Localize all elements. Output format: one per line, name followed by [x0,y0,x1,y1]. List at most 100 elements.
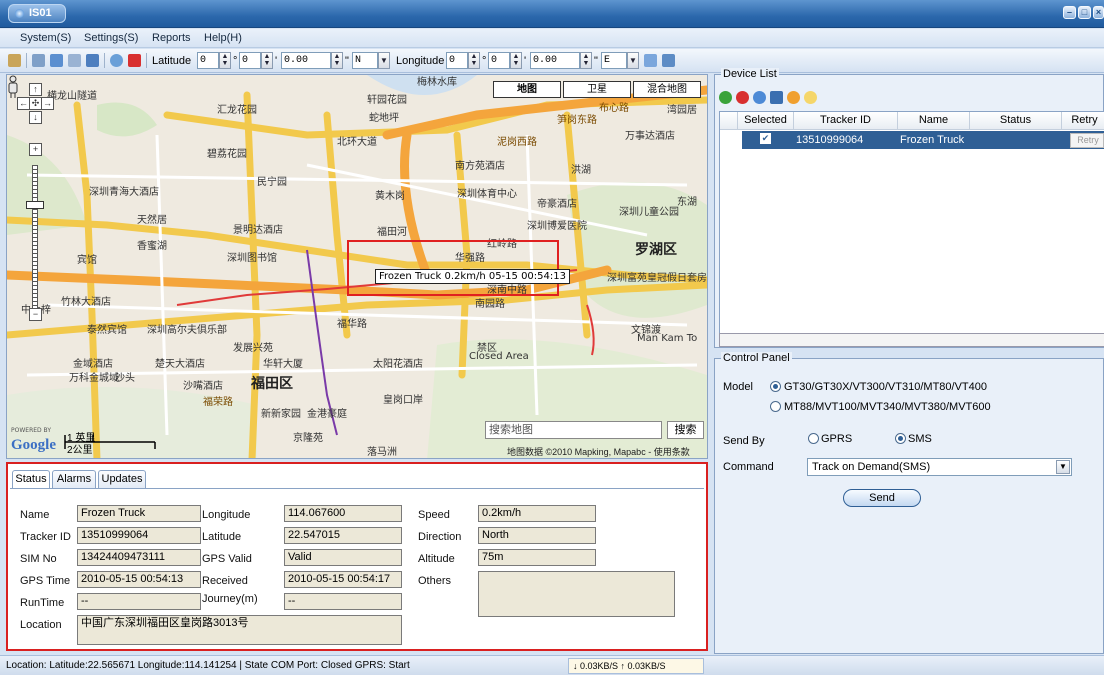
lon-minute-spinner[interactable]: ▲ ▼ [510,52,522,69]
pan-right-button[interactable]: → [41,97,54,110]
sim-value: 13424409473111 [77,549,201,566]
column-selected[interactable]: Selected [738,112,794,130]
row-status [970,132,1062,149]
lon-second-input[interactable]: 0.00 [530,52,580,69]
lat-minute-spinner[interactable]: ▲ ▼ [261,52,273,69]
tab-updates[interactable]: Updates [98,470,146,488]
chevron-down-icon[interactable]: ▼ [627,52,639,69]
google-logo[interactable]: Google [11,437,56,454]
check-icon[interactable] [719,91,732,104]
person-marker-icon[interactable] [7,75,19,99]
pan-down-button[interactable]: ↓ [29,111,42,124]
lat-direction-select[interactable]: N [352,52,378,69]
chevron-down-icon[interactable]: ▼ [1056,460,1070,474]
map-label: Closed Area [469,351,529,362]
map-label: 深圳博爱医院 [527,221,587,232]
tab-status[interactable]: Status [12,470,50,489]
model-b-radio[interactable] [770,401,781,412]
map-type-map[interactable]: 地图 [493,81,561,98]
alarm-icon[interactable] [128,54,141,67]
longitude-label: Longitude [202,509,251,521]
globe-icon[interactable] [110,54,123,67]
lat-second-input[interactable]: 0.00 [281,52,331,69]
zoom-in-button[interactable]: + [29,143,42,156]
send-button[interactable]: Send [843,489,921,507]
vehicle-tooltip: Frozen Truck 0.2km/h 05-15 00:54:13 [375,269,570,284]
zoom-slider-thumb[interactable] [26,201,44,209]
map-search-input[interactable]: 搜索地图 [485,421,662,439]
lat-minute-input[interactable]: 0 [239,52,261,69]
model-label: Model [723,381,753,393]
command-select[interactable]: Track on Demand(SMS) ▼ [807,458,1072,476]
model-a-label[interactable]: GT30/GT30X/VT300/VT310/MT80/VT400 [784,381,987,393]
locate-icon[interactable] [644,54,657,67]
map-label: 湾园居 [667,105,697,116]
map-search-button[interactable]: 搜索 [667,421,704,439]
column-retry[interactable]: Retry [1062,112,1104,130]
map-label: 皇岗口岸 [383,395,423,406]
command-select-value: Track on Demand(SMS) [812,461,931,473]
delete-icon[interactable] [736,91,749,104]
menu-settings[interactable]: Settings(S) [84,32,138,44]
map-view[interactable]: 地图 卫星 混合地图 梅林水库 横龙山隧道 汇龙花园 轩园花园 蛇地坪 北环大道… [6,74,708,459]
map-label: 万事达酒店 [625,131,675,142]
sms-label[interactable]: SMS [908,433,932,445]
import-icon[interactable] [787,91,800,104]
smiley-icon[interactable] [804,91,817,104]
lon-degree-spinner[interactable]: ▲ ▼ [468,52,480,69]
map-copyright[interactable]: 地图数据 ©2010 Mapking, Mapabc - 使用条款 [507,445,690,458]
refresh-icon[interactable] [662,54,675,67]
tool-icon-4[interactable] [68,54,81,67]
map-label: 梅林水库 [417,77,457,88]
map-label: 布心路 [599,103,629,114]
zoom-slider-track[interactable] [32,165,38,315]
gps-valid-value: Valid [284,549,402,566]
menu-help[interactable]: Help(H) [204,32,242,44]
device-list-panel: Device List Selected Tracker ID Name Sta… [714,68,1104,348]
device-list-title: Device List [721,68,779,80]
row-selected-checkbox[interactable]: ✔ [760,133,771,144]
model-b-label[interactable]: MT88/MVT100/MVT340/MVT380/MVT600 [784,401,991,413]
model-a-radio[interactable] [770,381,781,392]
lon-direction-select[interactable]: E [601,52,627,69]
map-label: 华轩大厦 [263,359,303,370]
tool-icon-2[interactable] [32,54,45,67]
zoom-out-button[interactable]: − [29,308,42,321]
save-icon[interactable] [770,91,783,104]
lat-degree-input[interactable]: 0 [197,52,219,69]
lon-second-spinner[interactable]: ▲ ▼ [580,52,592,69]
column-name[interactable]: Name [898,112,970,130]
refresh-icon[interactable] [753,91,766,104]
sms-radio[interactable] [895,433,906,444]
maximize-button[interactable]: □ [1078,6,1091,19]
gprs-radio[interactable] [808,433,819,444]
map-type-hybrid[interactable]: 混合地图 [633,81,701,98]
altitude-label: Altitude [418,553,455,565]
minute-symbol: ' [524,55,527,67]
tool-icon-1[interactable] [8,54,21,67]
map-label: 竹林大酒店 [61,297,111,308]
lat-second-spinner[interactable]: ▲ ▼ [331,52,343,69]
status-bar-text: Location: Latitude:22.565671 Longitude:1… [6,660,410,671]
received-value: 2010-05-15 00:54:17 [284,571,402,588]
row-retry-button[interactable]: Retry [1070,133,1104,148]
close-button[interactable]: × [1093,6,1104,19]
pan-up-button[interactable]: ↑ [29,83,42,96]
column-status[interactable]: Status [970,112,1062,130]
lat-degree-spinner[interactable]: ▲ ▼ [219,52,231,69]
map-label: 金港豪庭 [307,409,347,420]
column-tracker-id[interactable]: Tracker ID [794,112,898,130]
tool-icon-5[interactable] [86,54,99,67]
map-type-satellite[interactable]: 卫星 [563,81,631,98]
menu-system[interactable]: System(S) [20,32,71,44]
gprs-label[interactable]: GPRS [821,433,852,445]
lon-degree-input[interactable]: 0 [446,52,468,69]
second-symbol: " [345,55,349,67]
lon-minute-input[interactable]: 0 [488,52,510,69]
minimize-button[interactable]: – [1063,6,1076,19]
horizontal-scrollbar[interactable] [719,333,1104,347]
chevron-down-icon[interactable]: ▼ [378,52,390,69]
menu-reports[interactable]: Reports [152,32,191,44]
tab-alarms[interactable]: Alarms [52,470,96,488]
tool-icon-3[interactable] [50,54,63,67]
